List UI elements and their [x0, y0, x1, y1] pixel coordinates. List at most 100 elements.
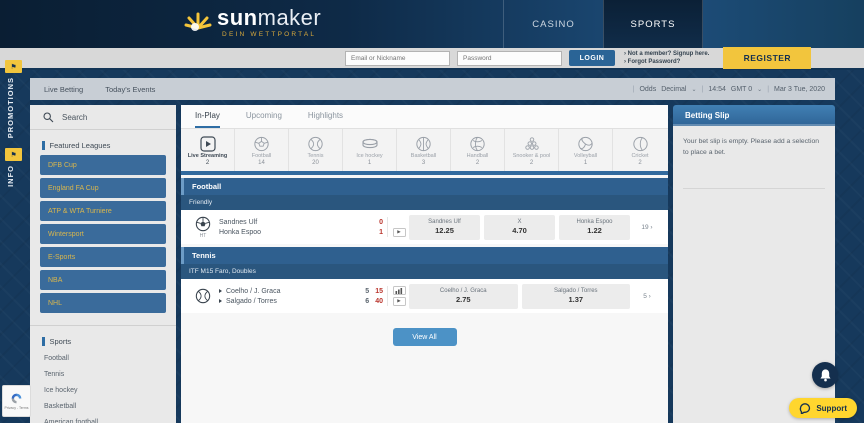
sidebar-item-nba[interactable]: NBA: [40, 270, 166, 290]
more-markets-link[interactable]: 5 ›: [632, 293, 662, 300]
sidebar-item-tennis[interactable]: Tennis: [30, 371, 176, 378]
match-sport-icon-wrap: [187, 288, 219, 304]
featured-leagues-title: Featured Leagues: [42, 141, 164, 150]
forgot-password-link[interactable]: › Forgot Password?: [624, 58, 709, 66]
sidebar-item-england-fa-cup[interactable]: England FA Cup: [40, 178, 166, 198]
filter-label: Basketball: [411, 153, 436, 159]
tennis-icon: [307, 136, 324, 152]
recaptcha-label: Privacy - Terms: [4, 406, 28, 410]
promotions-edge-tab[interactable]: ⚑ PROMOTIONS: [0, 60, 24, 138]
sidebar-item-wintersport[interactable]: Wintersport: [40, 224, 166, 244]
sidebar-item-basketball[interactable]: Basketball: [30, 403, 176, 410]
player1-name: Coelho / J. Graca: [226, 288, 280, 295]
live-stream-play-icon[interactable]: ▶: [393, 297, 406, 306]
search-input[interactable]: Search: [30, 105, 176, 130]
tab-sports[interactable]: SPORTS: [603, 0, 703, 48]
live-betting-link[interactable]: Live Betting: [44, 85, 83, 94]
handball-icon: [469, 136, 486, 152]
filter-label: Handball: [467, 153, 489, 159]
register-button[interactable]: REGISTER: [723, 47, 811, 69]
odds-player1-button[interactable]: Coelho / J. Graca 2.75: [409, 284, 518, 309]
filter-volleyball[interactable]: Volleyball 1: [559, 129, 613, 171]
p1-game-score: 15: [375, 288, 383, 295]
away-score: 1: [379, 229, 383, 236]
left-sidebar: Search Featured Leagues DFB Cup England …: [30, 105, 176, 423]
sidebar-item-nhl[interactable]: NHL: [40, 293, 166, 313]
stats-icon[interactable]: [393, 286, 406, 295]
scores: 515 640: [357, 288, 387, 305]
timezone-select[interactable]: GMT 0: [731, 86, 752, 93]
recaptcha-badge[interactable]: Privacy - Terms: [2, 385, 31, 417]
serve-indicator-icon: [219, 289, 222, 293]
top-header: sunmaker DEIN WETTPORTAL CASINO SPORTS: [0, 0, 864, 48]
divider: [683, 188, 825, 189]
odds-away-button[interactable]: Honka Espoo 1.22: [559, 215, 630, 240]
filter-live-streaming[interactable]: Live Streaming 2: [181, 129, 235, 171]
sun-icon: [183, 8, 213, 34]
odds-player2-button[interactable]: Salgado / Torres 1.37: [522, 284, 631, 309]
search-placeholder: Search: [62, 113, 87, 122]
filter-handball[interactable]: Handball 2: [451, 129, 505, 171]
odds-value: 2.75: [456, 295, 471, 304]
inplay-tabs: In-Play Upcoming Highlights: [181, 105, 668, 129]
filter-football[interactable]: Football 14: [235, 129, 289, 171]
tab-casino[interactable]: CASINO: [503, 0, 603, 48]
login-button[interactable]: LOGIN: [569, 50, 615, 66]
divider: [30, 325, 176, 326]
teams: Coelho / J. Graca Salgado / Torres: [219, 288, 357, 305]
home-score: 0: [379, 219, 383, 226]
football-icon: [253, 136, 270, 152]
password-field[interactable]: [457, 51, 562, 66]
info-edge-tab[interactable]: ⚑ INFO: [0, 148, 24, 187]
filter-ice-hockey[interactable]: Ice hockey 1: [343, 129, 397, 171]
odds-label: X: [517, 219, 521, 225]
cricket-icon: [632, 136, 649, 152]
odds-format-select[interactable]: Decimal: [661, 86, 686, 93]
email-field[interactable]: [345, 51, 450, 66]
tab-upcoming[interactable]: Upcoming: [246, 105, 282, 128]
support-button[interactable]: Support: [789, 398, 857, 418]
betting-slip-header[interactable]: Betting Slip: [673, 105, 835, 126]
odds-home-button[interactable]: Sandnes Ulf 12.25: [409, 215, 480, 240]
filter-basketball[interactable]: Basketball 3: [397, 129, 451, 171]
featured-leagues-label: Featured Leagues: [50, 141, 111, 150]
filter-label: Live Streaming: [188, 153, 227, 159]
sidebar-item-ice-hockey[interactable]: Ice hockey: [30, 387, 176, 394]
filter-label: Tennis: [308, 153, 324, 159]
top-nav-tabs: CASINO SPORTS: [503, 0, 703, 48]
view-all-button[interactable]: View All: [393, 328, 457, 346]
chevron-down-icon[interactable]: ⌄: [757, 86, 762, 93]
football-match-row[interactable]: HT Sandnes Ulf Honka Espoo 0 1 ▶ ▶: [181, 210, 668, 244]
signup-link[interactable]: › Not a member? Signup here.: [624, 50, 709, 58]
filter-count: 2: [530, 160, 533, 166]
filter-label: Cricket: [631, 153, 648, 159]
match-mini-buttons: ▶: [387, 286, 407, 306]
filter-label: Football: [252, 153, 272, 159]
filter-tennis[interactable]: Tennis 20: [289, 129, 343, 171]
odds-draw-button[interactable]: X 4.70: [484, 215, 555, 240]
league-header-itf: ITF M15 Faro, Doubles: [181, 264, 668, 279]
info-flag-icon: ⚑: [5, 148, 22, 161]
bell-icon: [819, 368, 832, 382]
live-stream-play-icon[interactable]: ▶: [393, 228, 406, 237]
scores: 0 1: [357, 219, 387, 236]
filter-label: Ice hockey: [356, 153, 382, 159]
filter-cricket[interactable]: Cricket 2: [613, 129, 667, 171]
filter-label: Snooker & pool: [513, 153, 551, 159]
tab-in-play[interactable]: In-Play: [195, 105, 220, 128]
tab-highlights[interactable]: Highlights: [308, 105, 343, 128]
filter-count: 2: [638, 160, 641, 166]
more-markets-link[interactable]: 19 ›: [632, 224, 662, 231]
chevron-down-icon[interactable]: ⌄: [692, 86, 697, 93]
sidebar-item-dfb-cup[interactable]: DFB Cup: [40, 155, 166, 175]
sub-nav-right: | Odds Decimal ⌄ | 14:54 GMT 0 ⌄ | Mar 3…: [633, 86, 835, 93]
sidebar-item-atp-wta[interactable]: ATP & WTA Turniere: [40, 201, 166, 221]
notifications-button[interactable]: [812, 362, 838, 388]
todays-events-link[interactable]: Today's Events: [105, 85, 155, 94]
filter-snooker[interactable]: Snooker & pool 2: [505, 129, 559, 171]
sidebar-item-football[interactable]: Football: [30, 355, 176, 362]
sidebar-item-american-football[interactable]: American football: [30, 419, 176, 423]
filter-label: Volleyball: [574, 153, 597, 159]
tennis-match-row[interactable]: Coelho / J. Graca Salgado / Torres 515 6…: [181, 279, 668, 313]
sidebar-item-esports[interactable]: E-Sports: [40, 247, 166, 267]
